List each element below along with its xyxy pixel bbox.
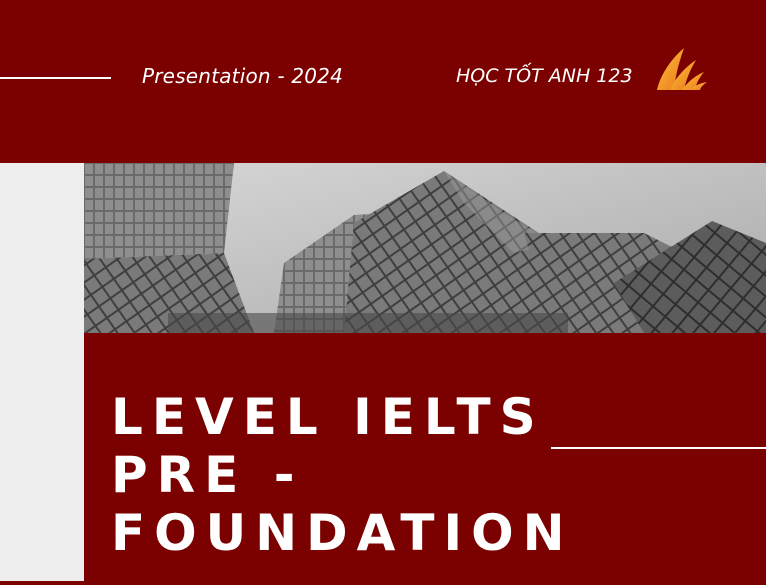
orange-wing-logo-icon: [657, 48, 707, 90]
title-line-2: PRE -: [111, 446, 304, 504]
presentation-subtitle: Presentation - 2024: [142, 64, 344, 88]
header-divider-line: [0, 77, 111, 79]
title-line-3: FOUNDATION: [111, 504, 574, 562]
brand-name: HỌC TỐT ANH 123: [456, 65, 633, 87]
main-title: LEVEL IELTS PRE - FOUNDATION: [111, 388, 574, 562]
skyscrapers-photo: [84, 163, 766, 333]
slide: Presentation - 2024 HỌC TỐT ANH 123 LEVE…: [0, 0, 766, 585]
side-panel: [0, 163, 84, 581]
title-divider-line: [551, 447, 766, 449]
title-line-1: LEVEL IELTS: [111, 388, 545, 446]
